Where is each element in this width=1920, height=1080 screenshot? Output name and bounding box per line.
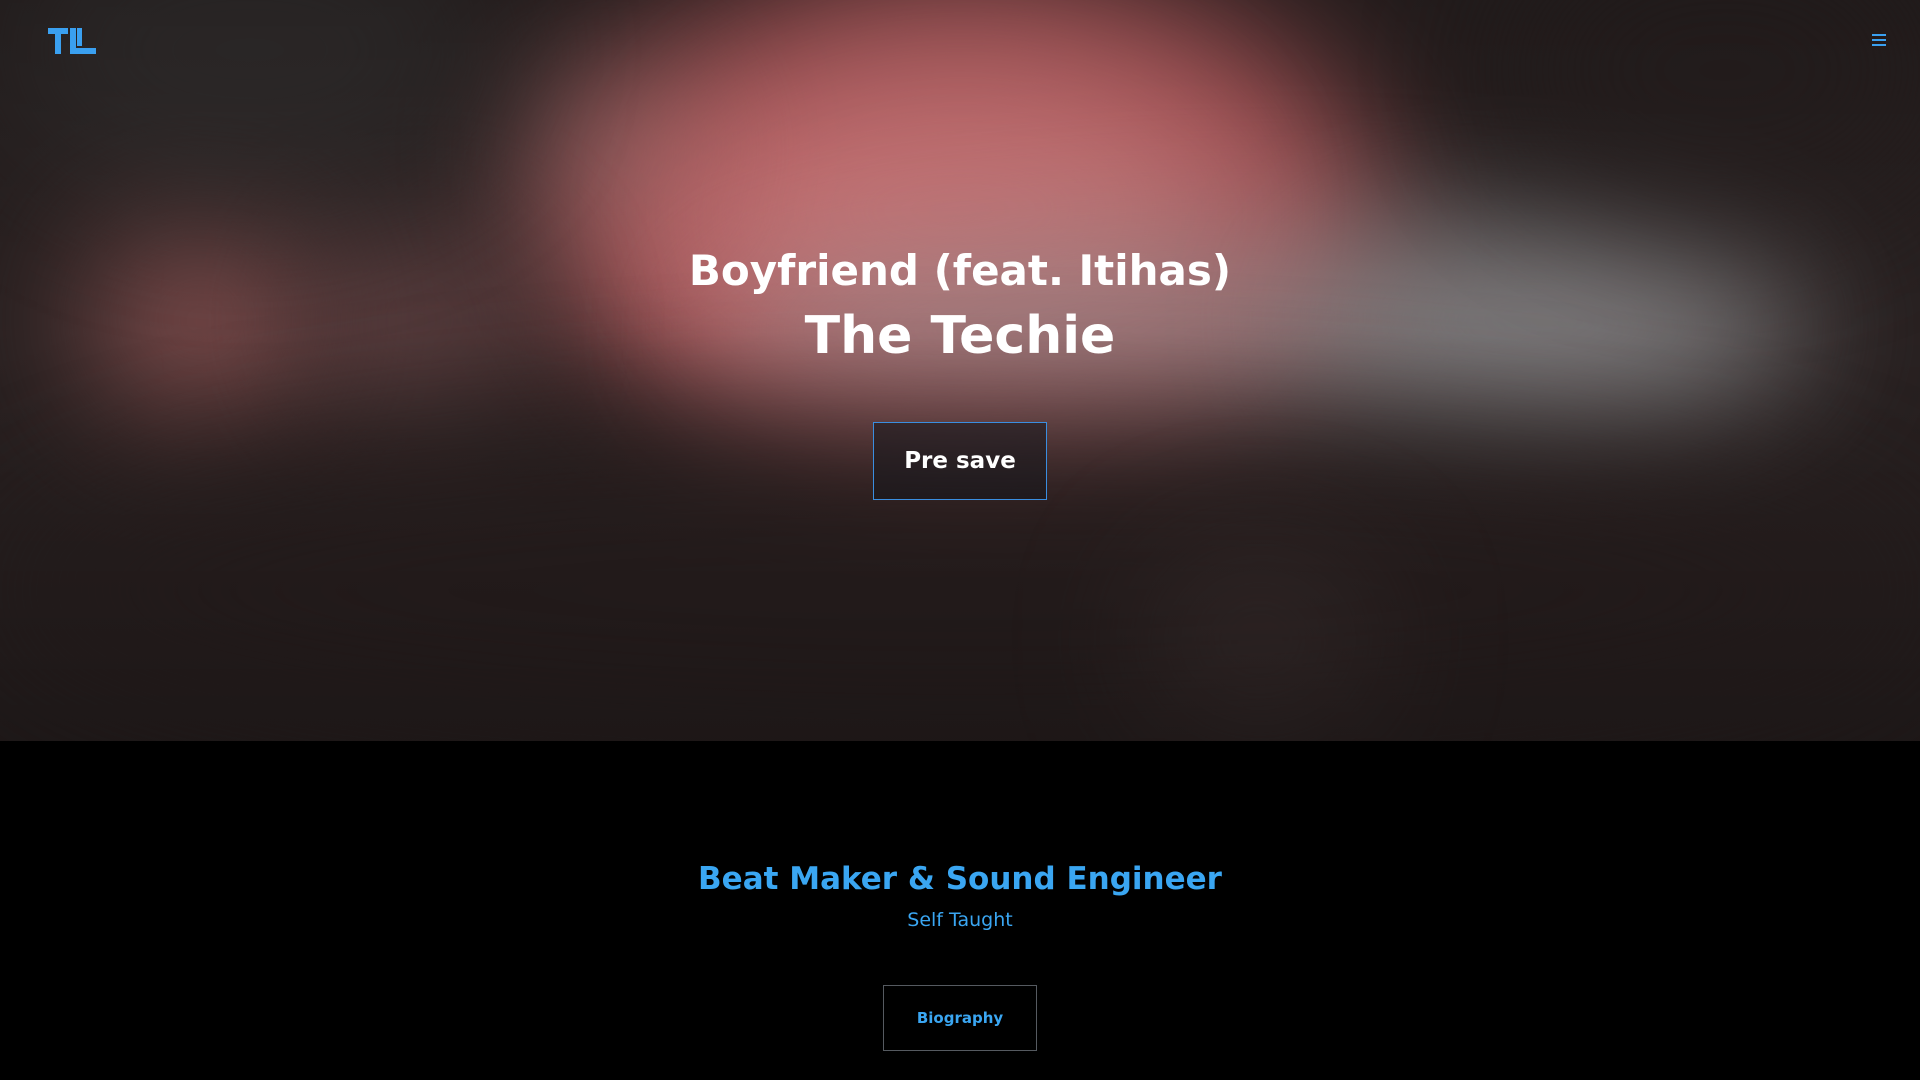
song-title: Boyfriend (feat. Itihas) (688, 246, 1232, 295)
presave-button[interactable]: Pre save (873, 422, 1047, 500)
site-logo[interactable] (46, 24, 98, 58)
hero-section: Boyfriend (feat. Itihas) The Techie Pre … (0, 0, 1920, 741)
hero-overlay (0, 0, 1920, 741)
artist-name: The Techie (804, 306, 1116, 366)
role-title: Beat Maker & Sound Engineer (698, 861, 1222, 897)
about-section: Beat Maker & Sound Engineer Self Taught … (0, 741, 1920, 1080)
role-subtitle: Self Taught (907, 909, 1013, 931)
biography-button[interactable]: Biography (883, 985, 1037, 1051)
hamburger-menu-icon[interactable] (1869, 32, 1889, 48)
